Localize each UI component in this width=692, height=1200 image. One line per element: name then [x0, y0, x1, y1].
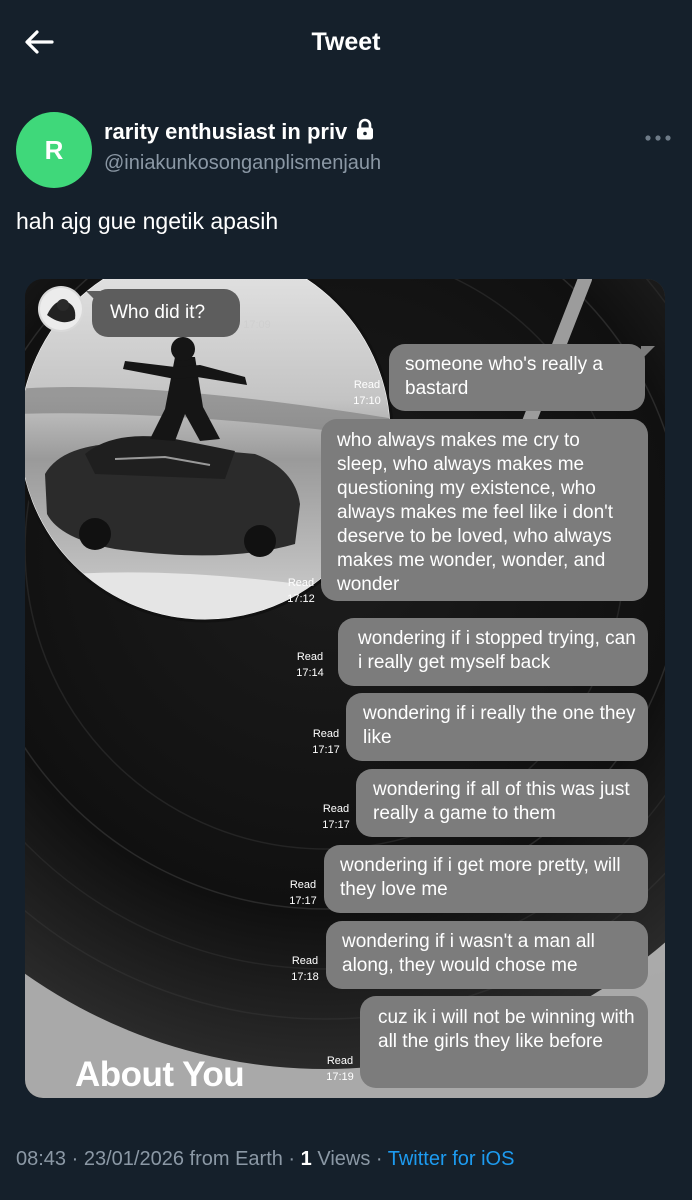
avatar[interactable]: R [16, 112, 92, 188]
display-name[interactable]: rarity enthusiast in priv [104, 119, 347, 145]
message-text: someone who's really a bastard [405, 354, 603, 399]
message-bubble: who always makes me cry to sleep, who al… [321, 419, 648, 601]
tweet-media[interactable]: Who did it? 17:09 someone who's really a… [25, 279, 665, 1098]
message-bubble: wondering if all of this was just really… [356, 769, 648, 837]
message-bubble: wondering if i wasn't a man all along, t… [326, 921, 648, 989]
author-name-row[interactable]: rarity enthusiast in priv [104, 118, 375, 146]
album-title: About You [75, 1055, 245, 1094]
author-handle[interactable]: @iniakunkosonganplismenjauh [104, 152, 381, 175]
message-bubble: wondering if i really the one they like [346, 693, 648, 761]
message-text: who always makes me cry to sleep, who al… [337, 430, 614, 595]
message-read-status: Read 17:17 [312, 728, 340, 756]
message-read-status: Read 17:17 [322, 803, 350, 831]
message-text: wondering if i get more pretty, will the… [340, 855, 621, 900]
views-label[interactable]: Views [312, 1148, 370, 1170]
message-bubble: cuz ik i will not be winning with all th… [360, 996, 648, 1088]
tweet-time: 08:43 [16, 1148, 67, 1170]
message-bubble: wondering if i stopped trying, can i rea… [338, 618, 648, 686]
bubble-tail [641, 346, 655, 360]
message-text: wondering if all of this was just really… [373, 779, 630, 824]
incoming-message-text: Who did it? [110, 302, 206, 323]
incoming-message-time: 17:09 [243, 319, 271, 331]
tweet-metadata: 08:43 · 23/01/2026 from Earth · 1 Views … [16, 1148, 515, 1170]
tweet-location: from Earth [183, 1148, 283, 1170]
views-count[interactable]: 1 [301, 1148, 312, 1170]
tweet-text: hah ajg gue ngetik apasih [16, 208, 279, 234]
message-read-status: Read 17:10 [353, 379, 381, 407]
message-read-status: Read 17:12 [287, 577, 315, 605]
message-read-status: Read 17:19 [326, 1055, 354, 1083]
message-text: wondering if i wasn't a man all along, t… [342, 931, 595, 976]
message-read-status: Read 17:17 [289, 879, 317, 907]
more-horizontal-icon[interactable] [644, 122, 672, 148]
lock-icon [355, 118, 375, 146]
message-bubble: wondering if i get more pretty, will the… [324, 845, 648, 913]
message-text: wondering if i stopped trying, can i rea… [358, 628, 636, 673]
tweet-source-link[interactable]: Twitter for iOS [388, 1148, 515, 1170]
message-bubble: someone who's really a bastard [389, 344, 645, 411]
incoming-message-bubble: Who did it? [92, 289, 240, 337]
page-title: Tweet [311, 28, 381, 56]
top-bar: Tweet [0, 0, 692, 86]
message-text: cuz ik i will not be winning with all th… [378, 1007, 635, 1052]
bubble-tail [86, 291, 100, 305]
message-read-status: Read 17:18 [291, 955, 319, 983]
message-text: wondering if i really the one they like [363, 703, 636, 748]
message-read-status: Read 17:14 [296, 651, 324, 679]
tweet-date: 23/01/2026 [83, 1148, 184, 1170]
